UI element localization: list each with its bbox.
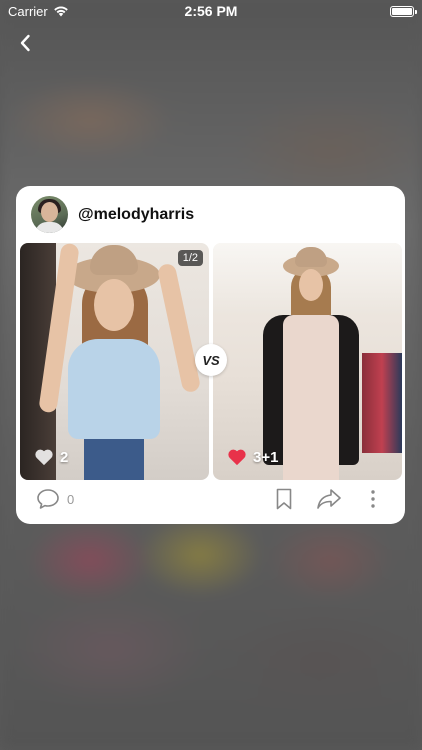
left-photo[interactable]: 1/2 2 — [20, 243, 209, 480]
share-arrow-icon — [317, 489, 341, 509]
battery-icon — [390, 6, 417, 17]
photo-counter-badge: 1/2 — [177, 250, 203, 266]
right-photo[interactable]: 3+1 — [213, 243, 402, 480]
more-button[interactable] — [368, 488, 378, 515]
right-like-button[interactable]: 3+1 — [227, 448, 278, 466]
back-button[interactable] — [14, 30, 36, 56]
username[interactable]: @melodyharris — [78, 206, 194, 224]
share-button[interactable] — [316, 488, 342, 515]
bookmark-button[interactable] — [275, 488, 293, 515]
more-vertical-icon — [371, 490, 375, 508]
post-footer: 0 — [16, 480, 405, 524]
left-like-button[interactable]: 2 — [34, 448, 68, 466]
right-like-count: 3+1 — [253, 448, 279, 466]
speech-bubble-icon — [37, 489, 59, 509]
status-time: 2:56 PM — [184, 3, 238, 19]
heart-filled-icon — [228, 449, 246, 466]
post-header: @melodyharris — [31, 196, 194, 233]
bookmark-icon — [276, 488, 292, 510]
comment-count: 0 — [67, 491, 75, 507]
left-like-count: 2 — [60, 448, 69, 466]
post-card: @melodyharris 1/2 2 3+1 VS 0 — [16, 186, 405, 524]
status-bar: Carrier 2:56 PM — [0, 0, 422, 22]
vs-badge: VS — [195, 344, 227, 376]
comment-button[interactable]: 0 — [36, 488, 74, 510]
chevron-left-icon — [20, 34, 30, 52]
heart-outline-icon — [35, 449, 53, 466]
avatar[interactable] — [31, 196, 68, 233]
